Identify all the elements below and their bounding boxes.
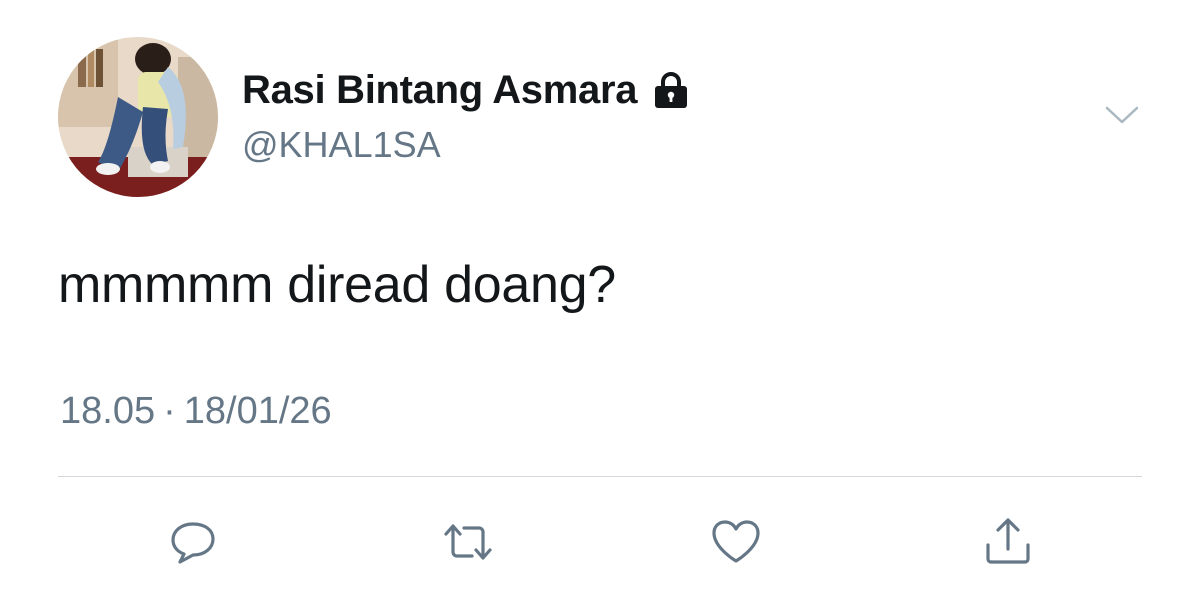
lock-icon (651, 70, 691, 110)
user-handle[interactable]: @KHAL1SA (242, 124, 441, 166)
display-name[interactable]: Rasi Bintang Asmara (242, 68, 637, 113)
chevron-down-icon[interactable] (1104, 102, 1140, 128)
reply-button[interactable] (165, 514, 221, 570)
tweet-date: 18/01/26 (183, 390, 332, 432)
retweet-button[interactable] (440, 514, 496, 570)
reply-icon (171, 522, 215, 564)
divider (58, 476, 1142, 477)
tweet-time: 18.05 (60, 390, 156, 432)
like-button[interactable] (708, 514, 764, 570)
share-button[interactable] (980, 514, 1036, 570)
timestamp[interactable]: 18.05 · 18/01/26 (60, 390, 332, 433)
share-icon (986, 518, 1030, 564)
avatar-photo (58, 37, 218, 197)
tweet-text: mmmmm diread doang? (58, 256, 616, 314)
avatar[interactable] (58, 37, 218, 197)
display-name-row: Rasi Bintang Asmara (242, 64, 691, 116)
tweet-card: Rasi Bintang Asmara @KHAL1SA mmmmm direa… (0, 0, 1200, 605)
timestamp-separator: · (163, 390, 176, 432)
heart-icon (712, 520, 760, 563)
retweet-icon (444, 524, 492, 560)
